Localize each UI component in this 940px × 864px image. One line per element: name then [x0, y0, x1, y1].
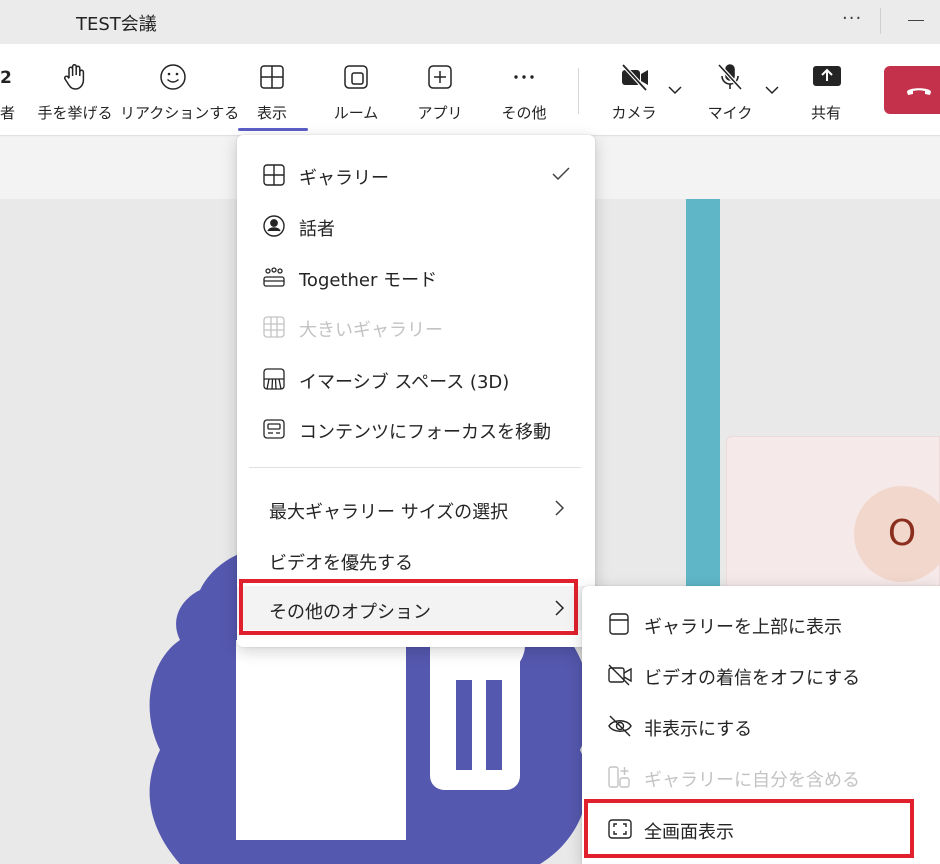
- add-app-icon: [425, 62, 455, 92]
- share-icon: [811, 62, 841, 92]
- speaker-icon: [262, 214, 286, 238]
- menu-item-prioritize-video-label: ビデオを優先する: [269, 553, 413, 574]
- hand-icon: [60, 62, 90, 92]
- view-active-indicator: [238, 128, 308, 131]
- window-more-icon[interactable]: ···: [842, 8, 862, 29]
- gallery-add-icon: [607, 765, 633, 789]
- titlebar-divider: [880, 8, 881, 34]
- video-off-icon: [607, 663, 633, 687]
- eye-off-icon: [607, 714, 633, 738]
- menu-item-together-label: Together モード: [299, 270, 438, 291]
- together-mode-icon: [262, 265, 286, 289]
- menu-item-speaker[interactable]: 話者: [237, 203, 595, 247]
- view-button[interactable]: 表示: [236, 44, 308, 136]
- mic-options-chevron-icon[interactable]: [764, 82, 780, 98]
- menu-item-immersive[interactable]: イマーシブ スペース (3D): [237, 356, 595, 400]
- apps-button[interactable]: アプリ: [404, 44, 476, 136]
- large-gallery-icon: [262, 315, 286, 339]
- submenu-item-hide-label: 非表示にする: [644, 719, 753, 740]
- meeting-toolbar: 2 者 手を挙げる リアクションする 表示 ルーム アプリ その他 カメラ マイ…: [0, 44, 940, 136]
- reactions-button[interactable]: リアクションする: [120, 44, 240, 136]
- view-menu: ギャラリー 話者 Together モード 大きいギャラリー イマーシブ スペー…: [237, 135, 595, 647]
- menu-item-focus-content-label: コンテンツにフォーカスを移動: [299, 422, 551, 443]
- menu-item-max-gallery-size[interactable]: 最大ギャラリー サイズの選択: [237, 486, 595, 530]
- camera-options-chevron-icon[interactable]: [667, 82, 683, 98]
- emoji-icon: [158, 62, 188, 92]
- mic-off-icon: [715, 62, 745, 92]
- meeting-title: TEST会議: [76, 14, 157, 35]
- menu-item-large-gallery: 大きいギャラリー: [237, 304, 595, 348]
- share-button[interactable]: 共有: [790, 44, 862, 136]
- mic-button[interactable]: マイク: [694, 44, 766, 136]
- share-label: 共有: [810, 104, 841, 122]
- apps-label: アプリ: [417, 104, 463, 122]
- camera-label: カメラ: [611, 104, 657, 122]
- submenu-item-gallery-on-top[interactable]: ギャラリーを上部に表示: [582, 602, 940, 646]
- submenu-item-include-self-label: ギャラリーに自分を含める: [644, 770, 860, 791]
- rooms-button[interactable]: ルーム: [320, 44, 392, 136]
- more-label: その他: [501, 104, 547, 122]
- rooms-icon: [341, 62, 371, 92]
- participants-count: 2: [0, 68, 12, 88]
- menu-item-max-gallery-size-label: 最大ギャラリー サイズの選択: [269, 502, 509, 523]
- gallery-top-icon: [607, 612, 633, 636]
- submenu-item-include-self: ギャラリーに自分を含める: [582, 755, 940, 799]
- menu-item-speaker-label: 話者: [299, 219, 335, 240]
- submenu-item-turn-off-incoming-video-label: ビデオの着信をオフにする: [644, 668, 861, 689]
- menu-item-gallery-label: ギャラリー: [299, 168, 389, 189]
- toolbar-divider: [578, 68, 579, 114]
- participant-avatar: O: [854, 486, 940, 582]
- view-label: 表示: [256, 104, 287, 122]
- leave-button[interactable]: [884, 66, 940, 114]
- title-bar: TEST会議 ···: [0, 0, 940, 44]
- minimize-icon[interactable]: [908, 20, 924, 21]
- submenu-item-hide[interactable]: 非表示にする: [582, 704, 940, 748]
- reactions-label: リアクションする: [120, 104, 240, 122]
- more-button[interactable]: その他: [488, 44, 560, 136]
- focus-content-icon: [262, 417, 286, 441]
- raise-hand-button[interactable]: 手を挙げる: [36, 44, 114, 136]
- more-dots-icon: [509, 62, 539, 92]
- raise-hand-label: 手を挙げる: [37, 104, 113, 122]
- camera-button[interactable]: カメラ: [598, 44, 670, 136]
- mic-label: マイク: [707, 104, 753, 122]
- menu-divider: [249, 467, 581, 468]
- menu-item-gallery[interactable]: ギャラリー: [237, 152, 595, 196]
- menu-item-together[interactable]: Together モード: [237, 254, 595, 298]
- menu-item-focus-content[interactable]: コンテンツにフォーカスを移動: [237, 406, 595, 450]
- menu-item-prioritize-video[interactable]: ビデオを優先する: [237, 537, 595, 581]
- immersive-space-icon: [262, 367, 286, 391]
- menu-item-immersive-label: イマーシブ スペース (3D): [299, 372, 510, 393]
- shared-content-strip: [686, 199, 720, 619]
- submenu-item-turn-off-incoming-video[interactable]: ビデオの着信をオフにする: [582, 653, 940, 697]
- gallery-grid-icon: [257, 62, 287, 92]
- camera-off-icon: [619, 62, 649, 92]
- hang-up-icon: [904, 80, 934, 100]
- checkmark-icon: [551, 164, 570, 186]
- rooms-label: ルーム: [333, 104, 379, 122]
- participants-button[interactable]: 2 者: [0, 44, 18, 136]
- submenu-item-gallery-on-top-label: ギャラリーを上部に表示: [644, 617, 842, 638]
- chevron-right-icon: [551, 498, 569, 520]
- highlight-full-screen: [584, 799, 914, 858]
- highlight-more-options: [239, 579, 578, 635]
- participants-label: 者: [0, 104, 16, 122]
- gallery-icon: [262, 163, 286, 187]
- menu-item-large-gallery-label: 大きいギャラリー: [299, 320, 443, 341]
